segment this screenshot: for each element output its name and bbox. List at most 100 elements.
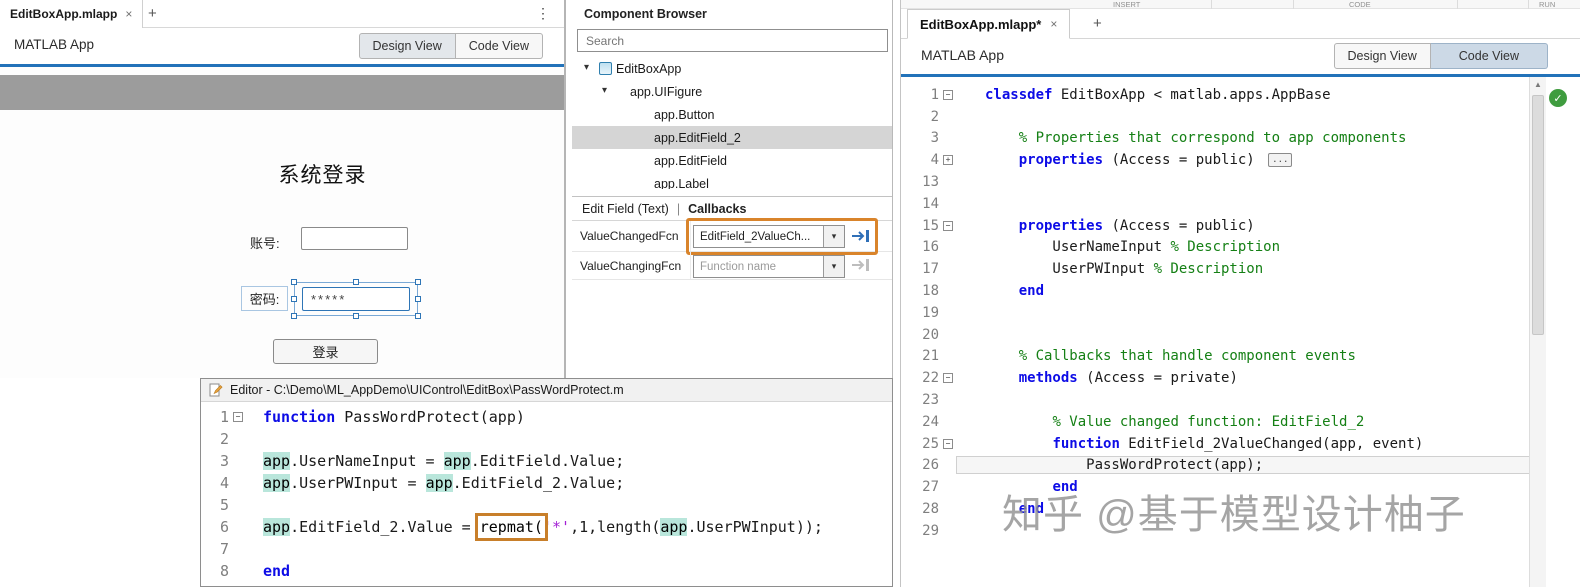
code-line-25[interactable]: 25− function EditField_2ValueChanged(app… [901, 433, 1529, 455]
code-line-18[interactable]: 18 end [901, 280, 1529, 302]
new-tab-icon[interactable]: + [1093, 15, 1102, 32]
design-password-editfield[interactable]: ***** [302, 287, 410, 311]
selection-handle[interactable] [415, 279, 421, 285]
tab-callbacks[interactable]: Callbacks [688, 202, 746, 216]
fold-collapse-icon[interactable]: − [943, 438, 953, 449]
scroll-up-icon[interactable]: ▲ [1530, 77, 1546, 92]
tree-item-app-button[interactable]: app.Button [572, 103, 892, 126]
selection-handle[interactable] [353, 279, 359, 285]
tree-expander-icon[interactable]: ▾ [602, 85, 607, 96]
code-line-4[interactable]: 4 app.UserPWInput = app.EditField_2.Value… [201, 472, 892, 494]
code-line-2[interactable]: 2 [901, 106, 1529, 128]
tab-editboxapp-mlapp-modified[interactable]: EditBoxApp.mlapp* × [907, 9, 1071, 39]
right-toolbar: MATLAB App Design View Code View [901, 39, 1580, 74]
tree-item-app-editfield-2[interactable]: app.EditField_2 [572, 126, 892, 149]
code-line-16[interactable]: 16 UserNameInput % Description [901, 237, 1529, 259]
tree-item-app-uifigure[interactable]: ▾ app.UIFigure [572, 80, 892, 103]
selection-handle[interactable] [353, 313, 359, 319]
editor-title-bar[interactable]: Editor - C:\Demo\ML_AppDemo\UIControl\Ed… [201, 379, 892, 402]
code-line-7[interactable]: 7 [201, 538, 892, 560]
code-view-button[interactable]: Code View [1430, 43, 1548, 69]
design-account-editfield[interactable] [301, 227, 408, 250]
selection-handle[interactable] [415, 296, 421, 302]
code-line-13[interactable]: 13 [901, 171, 1529, 193]
close-icon[interactable]: × [125, 7, 132, 21]
design-view-button[interactable]: Design View [1333, 43, 1431, 69]
valuechangedfcn-combo[interactable]: EditField_2ValueCh... ▾ [693, 225, 845, 248]
new-tab-icon[interactable]: + [148, 5, 157, 22]
line-number: 2 [930, 108, 939, 125]
code-line-28[interactable]: 28 end [901, 498, 1529, 520]
design-login-button[interactable]: 登录 [273, 339, 378, 364]
combo-value: EditField_2ValueCh... [700, 230, 811, 243]
selection-handle[interactable] [291, 279, 297, 285]
tab-editboxapp-mlapp[interactable]: EditBoxApp.mlapp × [0, 0, 144, 28]
code-line-14[interactable]: 14 [901, 193, 1529, 215]
close-icon[interactable]: × [1050, 17, 1057, 31]
code-line-6[interactable]: 6 app.EditField_2.Value = repmat('*',1,le… [201, 513, 892, 541]
chevron-down-icon[interactable]: ▾ [823, 226, 844, 247]
fold-collapse-icon[interactable]: − [943, 373, 953, 384]
fold-collapse-icon[interactable]: − [943, 220, 953, 231]
selection-handle[interactable] [415, 313, 421, 319]
tree-item-label: app.EditField [654, 153, 727, 168]
code-line-23[interactable]: 23 [901, 389, 1529, 411]
valuechangingfcn-combo[interactable]: Function name ▾ [693, 255, 845, 278]
code-line-5[interactable]: 5 [201, 494, 892, 516]
design-view-button[interactable]: Design View [358, 33, 456, 59]
code-line-1[interactable]: 1− function PassWordProtect(app) [201, 406, 892, 428]
line-number: 13 [922, 174, 939, 191]
tab-edit-field-text[interactable]: Edit Field (Text) [582, 202, 669, 216]
code-line-3[interactable]: 3 % Properties that correspond to app co… [901, 128, 1529, 150]
tree-item-editboxapp[interactable]: ▾ EditBoxApp [572, 57, 892, 80]
line-number: 1 [219, 408, 229, 426]
ribbon-divider [1457, 0, 1458, 9]
code-analyzer-ok-icon[interactable]: ✓ [1549, 89, 1567, 107]
combo-placeholder: Function name [700, 260, 777, 273]
code-line-15[interactable]: 15− properties (Access = public) [901, 215, 1529, 237]
fold-collapse-icon[interactable]: − [943, 89, 953, 100]
code-line-19[interactable]: 19 [901, 302, 1529, 324]
tree-item-app-label[interactable]: app.Label [572, 172, 892, 190]
code-view-button[interactable]: Code View [455, 33, 543, 59]
tree-item-app-editfield[interactable]: app.EditField [572, 149, 892, 172]
code-line-8[interactable]: 8 end [201, 560, 892, 582]
design-heading-label[interactable]: 系统登录 [230, 159, 415, 189]
code-line-27[interactable]: 27 end [901, 476, 1529, 498]
chevron-down-icon[interactable]: ▾ [823, 256, 844, 277]
selection-handle[interactable] [291, 296, 297, 302]
tab-title: EditBoxApp.mlapp [10, 7, 118, 21]
tree-expander-icon[interactable]: ▾ [584, 62, 589, 73]
code-line-29[interactable]: 29 [901, 520, 1529, 542]
vertical-scrollbar[interactable]: ▲ [1529, 77, 1546, 587]
code-line-2[interactable]: 2 [201, 428, 892, 450]
design-account-label[interactable]: 账号: [250, 233, 280, 252]
code-line-20[interactable]: 20 [901, 324, 1529, 346]
code-line-1[interactable]: 1− classdef EditBoxApp < matlab.apps.AppB… [901, 84, 1529, 106]
code-line-24[interactable]: 24 % Value changed function: EditField_2 [901, 411, 1529, 433]
app-title: MATLAB App [14, 37, 95, 52]
fold-collapse-icon[interactable]: − [233, 412, 243, 422]
property-name: ValueChangedFcn [580, 229, 679, 243]
fold-expand-icon[interactable]: + [943, 155, 953, 166]
component-tree: ▾ EditBoxApp ▾ app.UIFigure app.Button app.Ed… [572, 57, 892, 189]
inspector-tab-bar: Edit Field (Text) | Callbacks [572, 196, 892, 221]
line-number: 3 [219, 452, 229, 470]
code-line-17[interactable]: 17 UserPWInput % Description [901, 258, 1529, 280]
code-text: end [1052, 479, 1078, 496]
collapsed-code-icon[interactable]: ... [1268, 153, 1293, 168]
editor-code-area[interactable]: 1− function PassWordProtect(app) 2 3 app.Use… [201, 402, 892, 586]
classdef-code-area[interactable]: 1− classdef EditBoxApp < matlab.apps.AppB… [901, 77, 1529, 587]
code-line-22[interactable]: 22− methods (Access = private) [901, 367, 1529, 389]
code-line-4[interactable]: 4 + properties (Access = public) ... [901, 149, 1529, 171]
design-canvas[interactable]: 系统登录 账号: 密码: ***** 登录 [0, 67, 564, 378]
code-line-3[interactable]: 3 app.UserNameInput = app.EditField.Value… [201, 450, 892, 472]
design-password-label[interactable]: 密码: [241, 286, 288, 311]
goto-callback-icon[interactable] [851, 228, 871, 244]
scrollbar-thumb[interactable] [1532, 95, 1544, 335]
search-input[interactable] [577, 29, 888, 52]
selection-handle[interactable] [291, 313, 297, 319]
tab-menu-icon[interactable]: ⋮ [536, 5, 550, 22]
code-line-21[interactable]: 21 % Callbacks that handle component eve… [901, 346, 1529, 368]
code-line-26[interactable]: 26 PassWordProtect(app); [901, 455, 1529, 477]
